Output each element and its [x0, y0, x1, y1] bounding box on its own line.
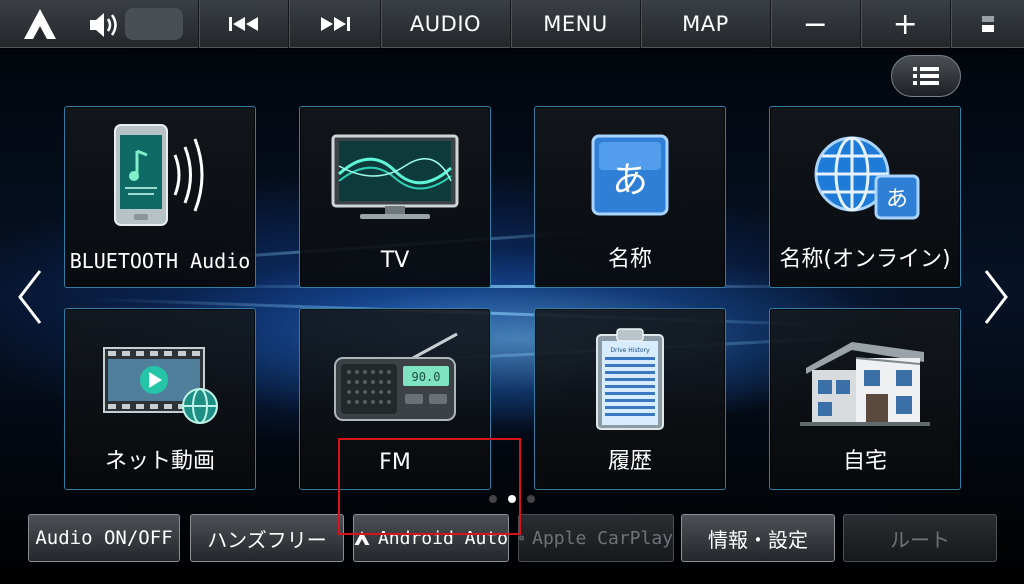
- tile-label: 履歴: [607, 449, 652, 474]
- previous-page-arrow-icon[interactable]: [14, 267, 44, 327]
- highlight-box: [338, 438, 521, 535]
- home-icon: [800, 342, 930, 426]
- audio-button-label: AUDIO: [409, 12, 482, 36]
- bluetooth-phone-icon: [114, 124, 204, 226]
- online-name-search-icon: あ: [814, 136, 920, 220]
- info-settings-label: 情報・設定: [708, 527, 808, 552]
- radio-icon: 90.0: [334, 332, 458, 421]
- skip-previous-icon: [228, 17, 258, 31]
- tile-label: 名称: [607, 247, 652, 272]
- tile-label: TV: [380, 248, 410, 273]
- tile-label: BLUETOOTH Audio: [69, 249, 251, 273]
- screen-toggle-button[interactable]: [950, 0, 1024, 48]
- info-settings-button[interactable]: 情報・設定: [681, 514, 835, 562]
- page-indicator-dot: [527, 495, 535, 503]
- zoom-out-label: −: [802, 6, 829, 42]
- handsfree-label: ハンズフリー: [207, 527, 327, 552]
- zoom-out-button[interactable]: −: [770, 0, 860, 48]
- skip-next-icon: [320, 17, 350, 31]
- next-track-button[interactable]: [288, 0, 380, 48]
- tile-label: 自宅: [842, 449, 887, 474]
- tile-online-name-search[interactable]: あ 名称(オンライン): [769, 106, 961, 288]
- net-video-icon: [103, 347, 218, 424]
- tile-net-video[interactable]: ネット動画: [64, 308, 256, 490]
- apple-carplay-label: Apple CarPlay: [532, 527, 673, 549]
- map-button[interactable]: MAP: [640, 0, 770, 48]
- menu-button-label: MENU: [543, 12, 608, 36]
- android-auto-logo-button[interactable]: [0, 0, 80, 48]
- previous-track-button[interactable]: [198, 0, 288, 48]
- android-auto-icon: [24, 9, 56, 39]
- tile-history[interactable]: Drive History 履歴: [534, 308, 726, 490]
- radio-display-text: 90.0: [412, 370, 441, 384]
- clipboard-title: Drive History: [610, 347, 650, 354]
- volume-control[interactable]: [80, 0, 198, 48]
- handsfree-button[interactable]: ハンズフリー: [190, 514, 344, 562]
- map-button-label: MAP: [682, 12, 729, 36]
- tile-tv[interactable]: TV: [299, 106, 491, 288]
- audio-onoff-button[interactable]: Audio ON/OFF: [28, 514, 180, 562]
- list-view-button[interactable]: [891, 55, 961, 97]
- light-streak: [200, 285, 840, 288]
- list-icon: [913, 67, 939, 85]
- tile-label: 名称(オンライン): [779, 247, 951, 272]
- name-search-icon: あ: [591, 134, 669, 216]
- tile-name-search[interactable]: あ 名称: [534, 106, 726, 288]
- zoom-in-button[interactable]: +: [860, 0, 950, 48]
- top-bar: AUDIO MENU MAP − +: [0, 0, 1024, 48]
- tv-icon: [331, 134, 459, 219]
- route-label: ルート: [890, 527, 950, 552]
- svg-text:あ: あ: [886, 187, 908, 212]
- tile-home[interactable]: 自宅: [769, 308, 961, 490]
- zoom-in-label: +: [892, 6, 919, 42]
- audio-button[interactable]: AUDIO: [380, 0, 510, 48]
- speaker-icon: [90, 13, 117, 37]
- split-screen-icon: [981, 16, 994, 32]
- route-button[interactable]: ルート: [843, 514, 997, 562]
- tile-bluetooth-audio[interactable]: BLUETOOTH Audio: [64, 106, 256, 288]
- svg-text:あ: あ: [612, 160, 648, 201]
- apple-carplay-button[interactable]: Apple CarPlay: [518, 514, 674, 562]
- menu-button[interactable]: MENU: [510, 0, 640, 48]
- next-page-arrow-icon[interactable]: [982, 267, 1012, 327]
- history-clipboard-icon: Drive History: [596, 328, 664, 430]
- volume-level-box[interactable]: [125, 8, 183, 40]
- tile-label: ネット動画: [104, 449, 215, 474]
- audio-onoff-label: Audio ON/OFF: [35, 527, 173, 549]
